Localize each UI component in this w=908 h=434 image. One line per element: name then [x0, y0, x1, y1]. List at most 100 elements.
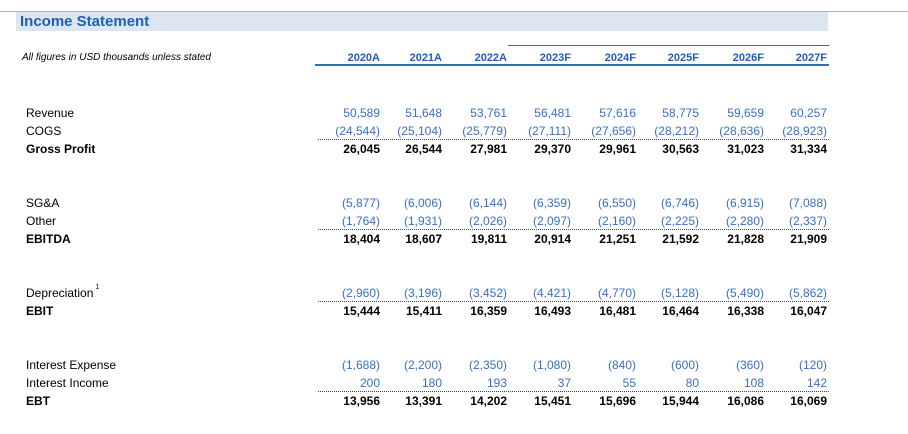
- cell-other-2020a[interactable]: (1,764): [320, 214, 380, 228]
- cell-other-2027f[interactable]: (2,337): [767, 214, 827, 228]
- cell-ebit-2021a[interactable]: 15,411: [382, 304, 442, 318]
- cell-interest-income-2021a[interactable]: 180: [382, 376, 442, 390]
- cell-ebitda-2021a[interactable]: 18,607: [382, 232, 442, 246]
- cell-gross-profit-2025f[interactable]: 30,563: [639, 142, 699, 156]
- row-label-text: SG&A: [26, 196, 60, 210]
- cell-revenue-2023f[interactable]: 56,481: [511, 106, 571, 120]
- cell-interest-income-2023f[interactable]: 37: [511, 376, 571, 390]
- page-title: Income Statement: [20, 13, 150, 30]
- subtotal-dotted-line: [318, 139, 829, 140]
- row-label-text: Depreciation: [26, 286, 94, 300]
- row-label-text: Revenue: [26, 106, 75, 120]
- cell-interest-income-2024f[interactable]: 55: [576, 376, 636, 390]
- cell-depreciation-2023f[interactable]: (4,421): [511, 286, 571, 300]
- cell-ebt-2022a[interactable]: 14,202: [447, 394, 507, 408]
- cell-ebitda-2027f[interactable]: 21,909: [767, 232, 827, 246]
- cell-sg-a-2022a[interactable]: (6,144): [447, 196, 507, 210]
- cell-ebitda-2022a[interactable]: 19,811: [447, 232, 507, 246]
- cell-other-2026f[interactable]: (2,280): [704, 214, 764, 228]
- cell-cogs-2022a[interactable]: (25,779): [447, 124, 507, 138]
- cell-ebt-2026f[interactable]: 16,086: [704, 394, 764, 408]
- cell-other-2025f[interactable]: (2,225): [639, 214, 699, 228]
- cell-gross-profit-2024f[interactable]: 29,961: [576, 142, 636, 156]
- cell-depreciation-2022a[interactable]: (3,452): [447, 286, 507, 300]
- cell-interest-income-2022a[interactable]: 193: [447, 376, 507, 390]
- cell-sg-a-2026f[interactable]: (6,915): [704, 196, 764, 210]
- cell-ebit-2020a[interactable]: 15,444: [320, 304, 380, 318]
- cell-ebt-2020a[interactable]: 13,956: [320, 394, 380, 408]
- cell-revenue-2025f[interactable]: 58,775: [639, 106, 699, 120]
- cell-ebt-2025f[interactable]: 15,944: [639, 394, 699, 408]
- cell-sg-a-2023f[interactable]: (6,359): [511, 196, 571, 210]
- cell-interest-expense-2024f[interactable]: (840): [576, 358, 636, 372]
- cell-other-2024f[interactable]: (2,160): [576, 214, 636, 228]
- cell-ebit-2024f[interactable]: 16,481: [576, 304, 636, 318]
- cell-cogs-2026f[interactable]: (28,636): [704, 124, 764, 138]
- cell-interest-expense-2027f[interactable]: (120): [767, 358, 827, 372]
- cell-depreciation-2024f[interactable]: (4,770): [576, 286, 636, 300]
- cell-cogs-2023f[interactable]: (27,111): [511, 124, 571, 138]
- cell-revenue-2022a[interactable]: 53,761: [447, 106, 507, 120]
- cell-interest-expense-2022a[interactable]: (2,350): [447, 358, 507, 372]
- row-label-text: EBIT: [26, 304, 54, 318]
- cell-ebit-2026f[interactable]: 16,338: [704, 304, 764, 318]
- cell-other-2021a[interactable]: (1,931): [382, 214, 442, 228]
- cell-revenue-2024f[interactable]: 57,616: [576, 106, 636, 120]
- cell-interest-expense-2020a[interactable]: (1,688): [320, 358, 380, 372]
- cell-other-2023f[interactable]: (2,097): [511, 214, 571, 228]
- row-label-text: COGS: [26, 124, 62, 138]
- cell-sg-a-2020a[interactable]: (5,877): [320, 196, 380, 210]
- year-header-2022a: 2022A: [474, 52, 507, 64]
- cell-ebitda-2023f[interactable]: 20,914: [511, 232, 571, 246]
- cell-interest-expense-2025f[interactable]: (600): [639, 358, 699, 372]
- cell-other-2022a[interactable]: (2,026): [447, 214, 507, 228]
- cell-gross-profit-2022a[interactable]: 27,981: [447, 142, 507, 156]
- cell-interest-expense-2021a[interactable]: (2,200): [382, 358, 442, 372]
- cell-cogs-2025f[interactable]: (28,212): [639, 124, 699, 138]
- cell-ebt-2021a[interactable]: 13,391: [382, 394, 442, 408]
- cell-interest-income-2026f[interactable]: 108: [704, 376, 764, 390]
- row-label-sg-a: SG&A: [26, 196, 59, 210]
- cell-gross-profit-2027f[interactable]: 31,334: [767, 142, 827, 156]
- cell-interest-income-2027f[interactable]: 142: [767, 376, 827, 390]
- cell-ebt-2027f[interactable]: 16,069: [767, 394, 827, 408]
- cell-cogs-2020a[interactable]: (24,544): [320, 124, 380, 138]
- year-header-2024f: 2024F: [604, 52, 636, 64]
- cell-gross-profit-2026f[interactable]: 31,023: [704, 142, 764, 156]
- cell-cogs-2027f[interactable]: (28,923): [767, 124, 827, 138]
- cell-ebt-2024f[interactable]: 15,696: [576, 394, 636, 408]
- cell-depreciation-2020a[interactable]: (2,960): [320, 286, 380, 300]
- cell-sg-a-2021a[interactable]: (6,006): [382, 196, 442, 210]
- year-header-2021a: 2021A: [409, 52, 442, 64]
- cell-cogs-2024f[interactable]: (27,656): [576, 124, 636, 138]
- cell-ebit-2025f[interactable]: 16,464: [639, 304, 699, 318]
- cell-gross-profit-2023f[interactable]: 29,370: [511, 142, 571, 156]
- cell-sg-a-2027f[interactable]: (7,088): [767, 196, 827, 210]
- cell-interest-income-2025f[interactable]: 80: [639, 376, 699, 390]
- cell-interest-expense-2023f[interactable]: (1,080): [511, 358, 571, 372]
- cell-ebit-2023f[interactable]: 16,493: [511, 304, 571, 318]
- cell-sg-a-2025f[interactable]: (6,746): [639, 196, 699, 210]
- cell-ebt-2023f[interactable]: 15,451: [511, 394, 571, 408]
- cell-interest-expense-2026f[interactable]: (360): [704, 358, 764, 372]
- row-label-depreciation: Depreciation 1: [26, 284, 99, 300]
- cell-sg-a-2024f[interactable]: (6,550): [576, 196, 636, 210]
- cell-depreciation-2025f[interactable]: (5,128): [639, 286, 699, 300]
- cell-ebit-2022a[interactable]: 16,359: [447, 304, 507, 318]
- cell-cogs-2021a[interactable]: (25,104): [382, 124, 442, 138]
- cell-interest-income-2020a[interactable]: 200: [320, 376, 380, 390]
- cell-ebitda-2020a[interactable]: 18,404: [320, 232, 380, 246]
- cell-gross-profit-2021a[interactable]: 26,544: [382, 142, 442, 156]
- cell-ebitda-2025f[interactable]: 21,592: [639, 232, 699, 246]
- cell-gross-profit-2020a[interactable]: 26,045: [320, 142, 380, 156]
- cell-depreciation-2026f[interactable]: (5,490): [704, 286, 764, 300]
- cell-ebitda-2024f[interactable]: 21,251: [576, 232, 636, 246]
- cell-depreciation-2021a[interactable]: (3,196): [382, 286, 442, 300]
- cell-revenue-2021a[interactable]: 51,648: [382, 106, 442, 120]
- cell-depreciation-2027f[interactable]: (5,862): [767, 286, 827, 300]
- cell-revenue-2020a[interactable]: 50,589: [320, 106, 380, 120]
- cell-revenue-2027f[interactable]: 60,257: [767, 106, 827, 120]
- cell-ebitda-2026f[interactable]: 21,828: [704, 232, 764, 246]
- cell-ebit-2027f[interactable]: 16,047: [767, 304, 827, 318]
- cell-revenue-2026f[interactable]: 59,659: [704, 106, 764, 120]
